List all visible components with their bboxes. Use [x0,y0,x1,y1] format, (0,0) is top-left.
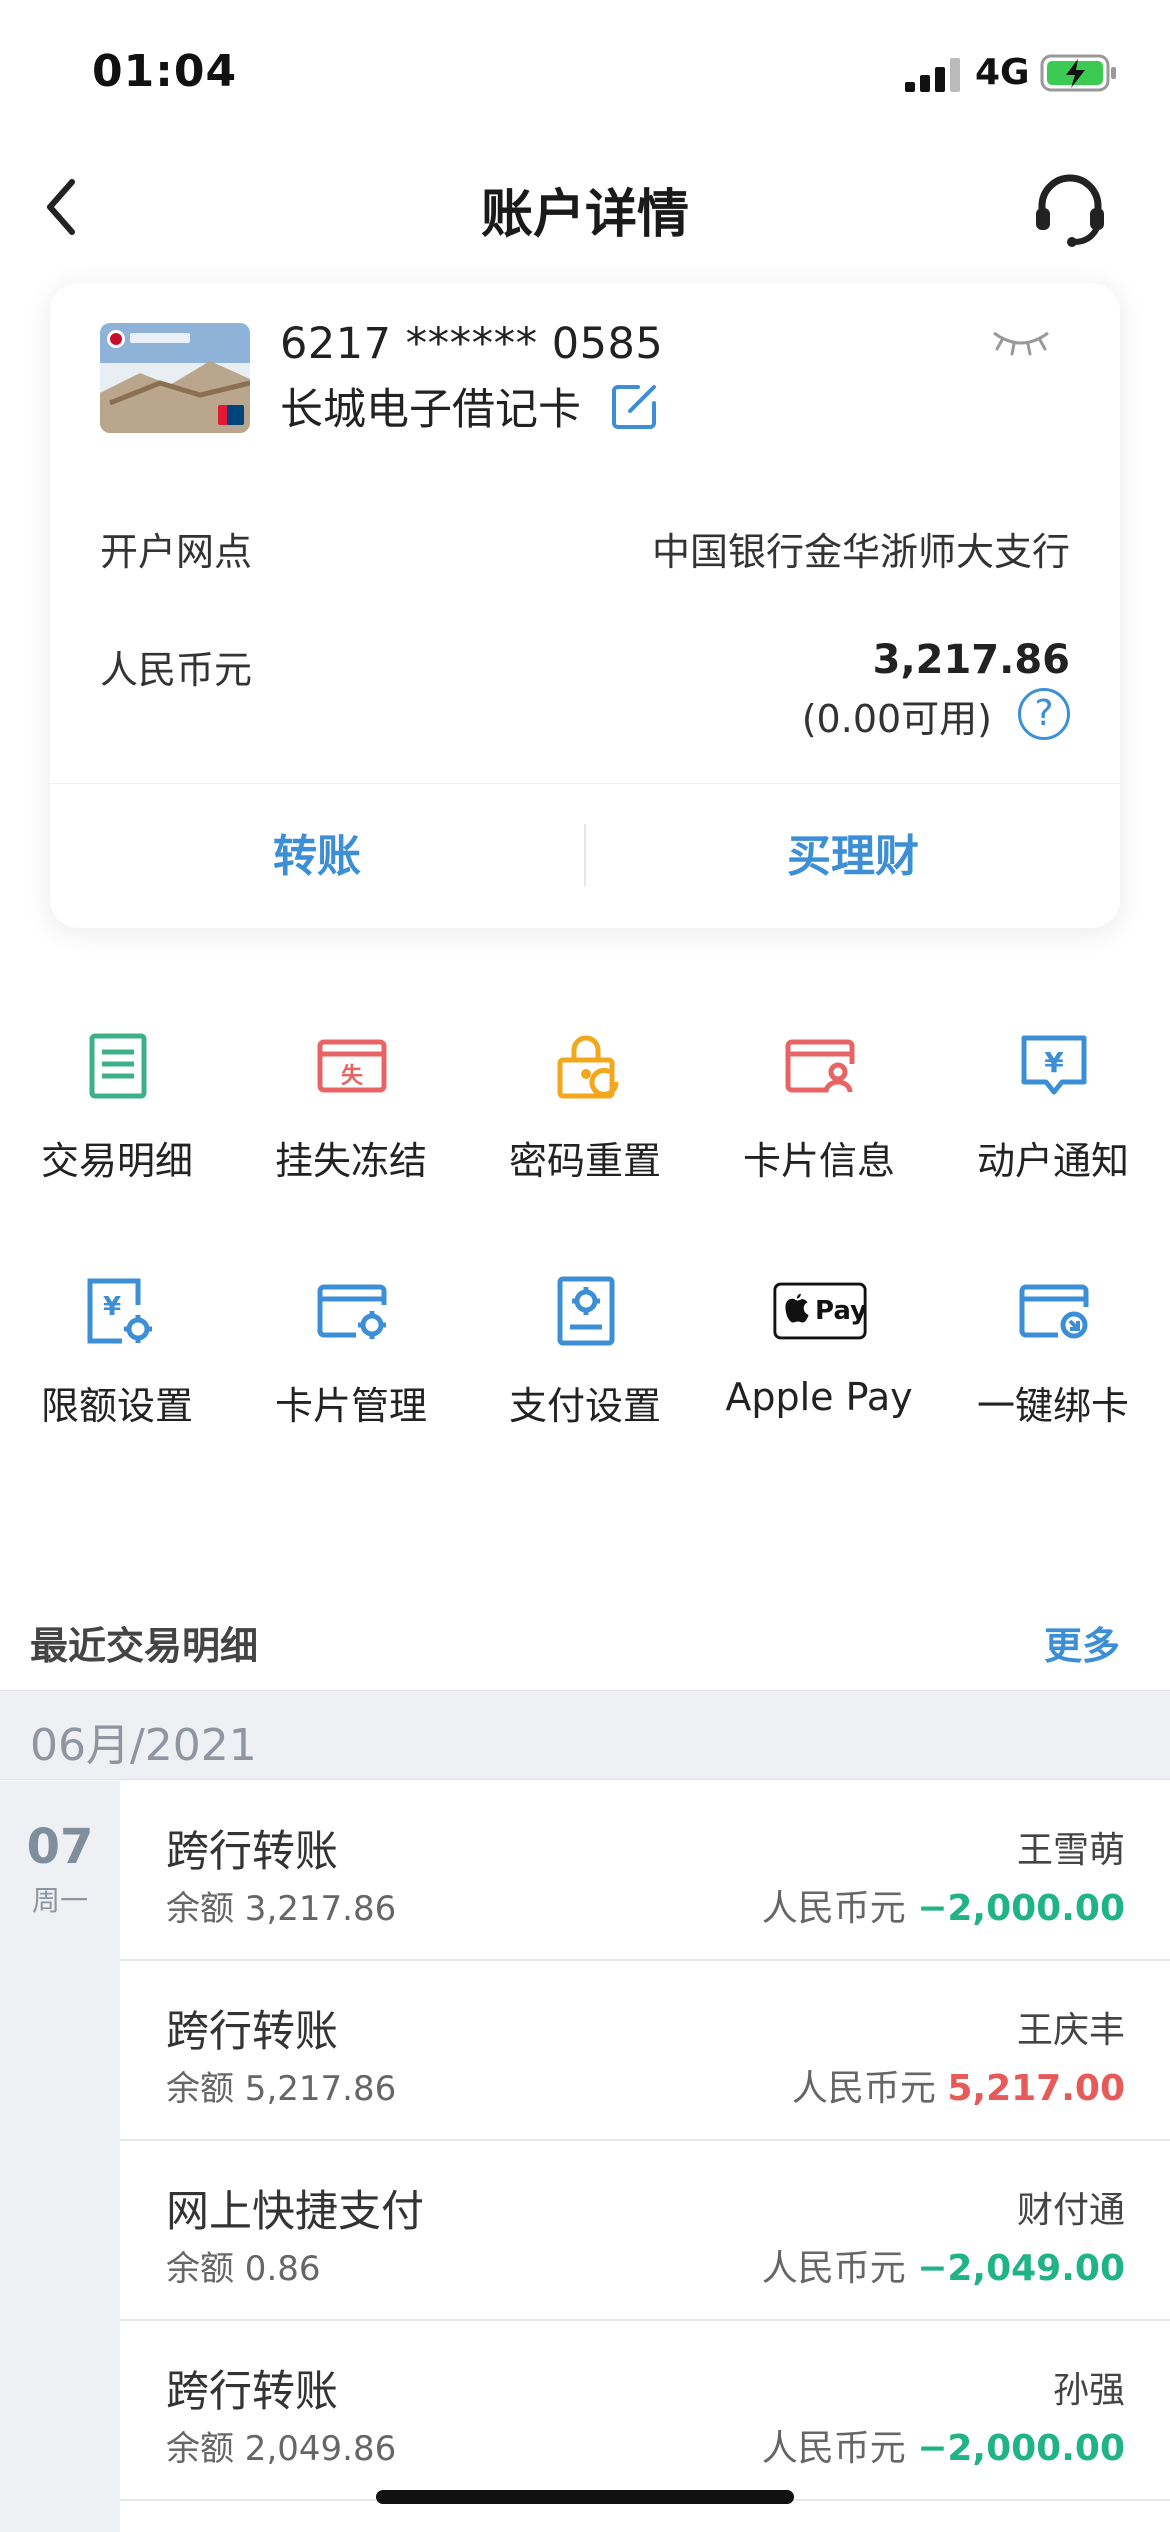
grid-item-transaction-details[interactable]: 交易明细 [0,1010,234,1210]
grid-item-apple-pay[interactable]: Pay Apple Pay [702,1255,936,1455]
currency-label: 人民币元 [100,648,253,692]
report-loss-icon: 失 [317,1039,387,1093]
grid-item-account-notice[interactable]: ¥ 动户通知 [936,1010,1170,1210]
transaction-balance: 余额 2,049.86 [166,2429,397,2469]
grid-label: 挂失冻结 [274,1139,427,1183]
transaction-amount: 5,217.00 [947,2068,1125,2109]
status-bar: 01:04 4G [0,0,1170,150]
page-title: 账户详情 [480,185,689,245]
transaction-balance: 余额 3,217.86 [166,1889,397,1929]
password-reset-icon [557,1035,619,1099]
grid-label: 限额设置 [40,1384,193,1428]
status-time: 01:04 [92,46,238,97]
svg-text:¥: ¥ [1044,1046,1064,1079]
date-day: 07 [26,1819,94,1875]
transaction-amount: −2,000.00 [917,2428,1125,2469]
limit-settings-icon: ¥ [87,1278,152,1344]
transaction-amount-line: 人民币元 5,217.00 [792,2059,1125,2111]
date-column: 07 周一 [0,1781,120,2532]
grid-item-one-click-bind[interactable]: 一键绑卡 [936,1255,1170,1455]
transaction-amount-line: 人民币元 −2,000.00 [762,2419,1125,2471]
card-image [100,323,250,433]
grid-label: 动户通知 [976,1139,1129,1183]
transaction-currency: 人民币元 [761,1888,906,1929]
edit-icon[interactable] [610,381,660,431]
transaction-row[interactable]: 跨行转账 余额 5,217.86 王庆丰 人民币元 5,217.00 [120,1961,1170,2141]
grid-item-card-info[interactable]: 卡片信息 [702,1010,936,1210]
month-header: 06月/2021 [0,1690,1170,1780]
account-card-panel: 6217 ****** 0585 长城电子借记卡 开户网点 中国银行金华浙师大支… [50,283,1120,928]
transaction-currency: 人民币元 [761,2428,906,2469]
transaction-row[interactable]: 跨行转账 余额 3,217.86 王雪萌 人民币元 −2,000.00 [120,1781,1170,1961]
transaction-balance: 余额 0.86 [166,2249,321,2289]
transaction-amount: −2,000.00 [917,1888,1125,1929]
recent-transactions-title: 最近交易明细 [30,1624,259,1668]
home-indicator [376,2490,794,2504]
transaction-party: 孙强 [1052,2370,1125,2411]
transaction-row[interactable]: 网上快捷支付 余额 0.86 财付通 人民币元 −2,049.00 [120,2141,1170,2321]
card-number: 6217 ****** 0585 [280,319,664,369]
branch-label: 开户网点 [100,530,253,574]
card-management-icon [317,1284,387,1339]
transaction-amount-line: 人民币元 −2,049.00 [762,2239,1125,2291]
network-type: 4G [975,52,1030,93]
svg-text:失: 失 [341,1064,364,1089]
date-weekday: 周一 [31,1884,88,1917]
transaction-currency: 人民币元 [761,2248,906,2289]
grid-item-payment-settings[interactable]: 支付设置 [468,1255,702,1455]
account-notice-icon: ¥ [1021,1035,1087,1095]
help-icon[interactable]: ? [1018,688,1070,740]
hide-balance-icon[interactable] [990,323,1052,359]
grid-label: Apple Pay [725,1375,913,1419]
transaction-amount-line: 人民币元 −2,000.00 [762,1879,1125,1931]
grid-item-report-loss[interactable]: 失 挂失冻结 [234,1010,468,1210]
grid-label: 一键绑卡 [976,1384,1129,1428]
grid-label: 交易明细 [40,1139,193,1183]
grid-label: 卡片信息 [742,1139,895,1183]
card-info-icon [785,1039,855,1093]
grid-label: 卡片管理 [274,1384,427,1428]
more-link[interactable]: 更多 [1044,1615,1120,1670]
buy-wealth-button[interactable]: 买理财 [586,784,1120,929]
grid-item-card-management[interactable]: 卡片管理 [234,1255,468,1455]
grid-label: 密码重置 [508,1139,661,1183]
transfer-button[interactable]: 转账 [50,784,584,929]
apple-pay-icon-text: Pay [815,1296,868,1326]
transaction-type: 跨行转账 [166,2367,338,2417]
customer-service-icon[interactable] [1030,168,1110,248]
card-name: 长城电子借记卡 [280,385,581,435]
transaction-type: 跨行转账 [166,2007,338,2057]
signal-icon [905,58,960,92]
transaction-party: 王庆丰 [1016,2010,1125,2051]
transaction-type: 网上快捷支付 [166,2187,424,2237]
account-balance: 3,217.86 [872,637,1070,683]
grid-label: 支付设置 [508,1384,661,1428]
transaction-row[interactable]: 跨行转账 余额 2,049.86 孙强 人民币元 −2,000.00 [120,2321,1170,2501]
transaction-currency: 人民币元 [791,2068,936,2109]
available-balance: (0.00可用) [801,697,992,741]
transaction-party: 财付通 [1016,2190,1125,2231]
one-click-bind-icon [1019,1284,1089,1339]
transaction-type: 跨行转账 [166,1827,338,1877]
svg-text:¥: ¥ [103,1292,121,1322]
transaction-list-icon [89,1033,147,1099]
grid-item-password-reset[interactable]: 密码重置 [468,1010,702,1210]
transaction-balance: 余额 5,217.86 [166,2069,397,2109]
month-label: 06月/2021 [30,1720,257,1771]
branch-value: 中国银行金华浙师大支行 [651,530,1070,574]
function-grid: 交易明细 失 挂失冻结 密码重置 卡片信息 ¥ 动户通知 ¥ 限额设置 卡片管理… [0,1010,1170,1440]
payment-settings-icon [557,1276,615,1346]
transaction-party: 王雪萌 [1016,1830,1125,1871]
card-actions: 转账 买理财 [50,783,1120,928]
grid-item-limit-settings[interactable]: ¥ 限额设置 [0,1255,234,1455]
transaction-amount: −2,049.00 [917,2248,1125,2289]
battery-charging-icon [1040,54,1116,92]
